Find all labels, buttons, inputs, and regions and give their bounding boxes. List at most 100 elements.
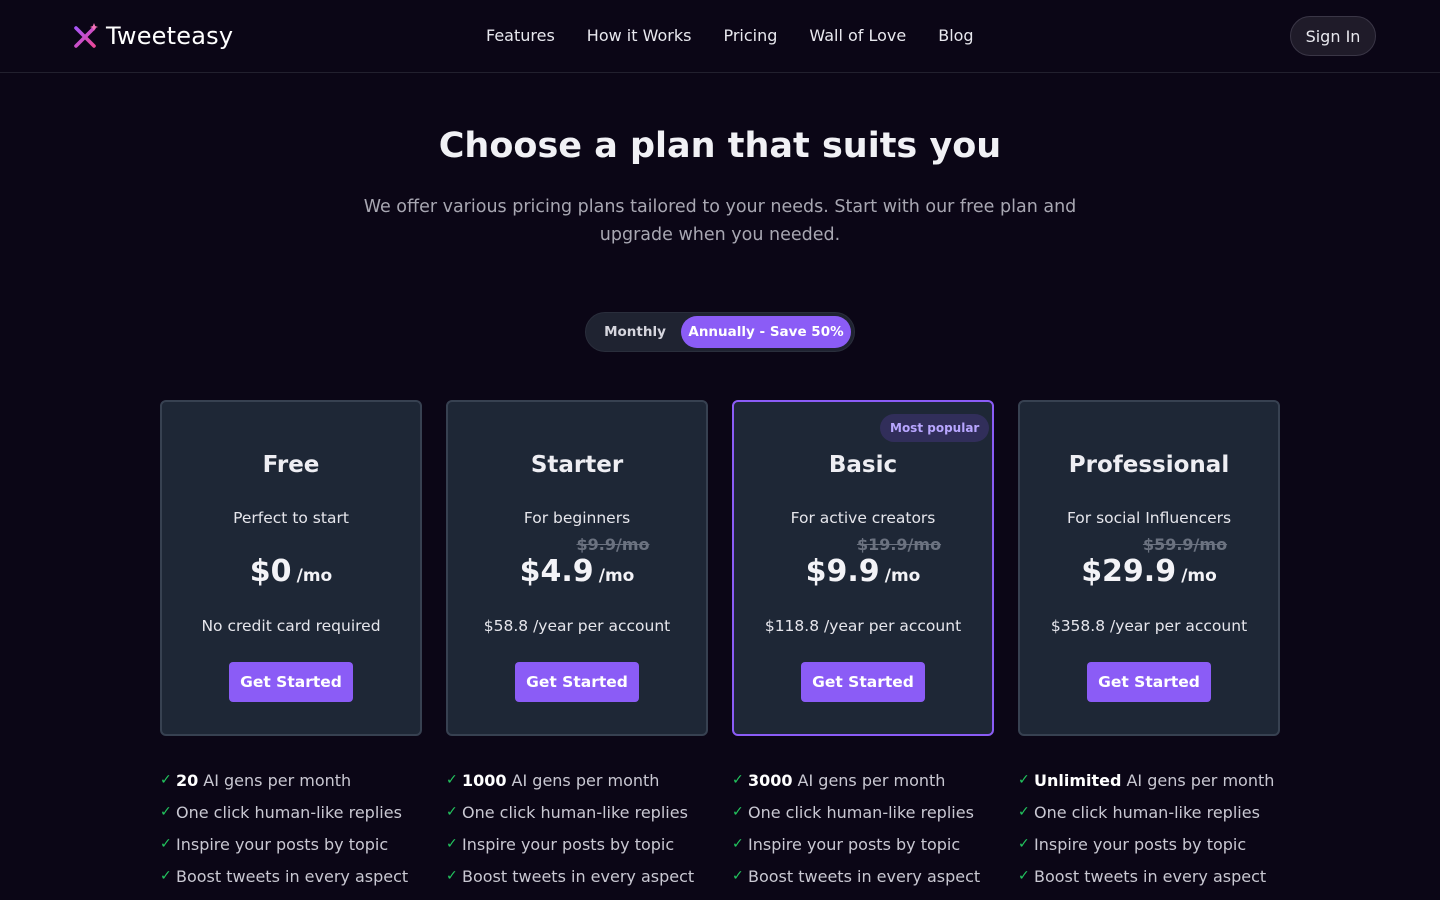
feature-text: Inspire your posts by topic — [748, 834, 961, 854]
most-popular-badge: Most popular — [880, 414, 990, 442]
check-icon: ✓ — [446, 772, 458, 788]
check-icon: ✓ — [446, 804, 458, 820]
feature-text: One click human-like replies — [1034, 802, 1260, 822]
plan-original-price: $9.9/mo — [576, 535, 650, 554]
plan-price: $9.9 /mo — [734, 554, 992, 589]
plan-price-amount: $9.9 — [805, 554, 880, 589]
get-started-button-basic[interactable]: Get Started — [801, 662, 925, 702]
check-icon: ✓ — [1018, 772, 1030, 788]
toggle-annually[interactable]: Annually - Save 50% — [681, 316, 851, 348]
brand-logo[interactable]: Tweeteasy — [74, 22, 233, 50]
feature-item: ✓ One click human-like replies — [446, 796, 716, 828]
plan-price: $29.9 /mo — [1020, 554, 1278, 589]
feature-quota: 20 — [176, 770, 199, 790]
top-navbar: Tweeteasy Features How it Works Pricing … — [0, 0, 1440, 73]
feature-item: ✓ Boost tweets in every aspect — [160, 860, 430, 892]
check-icon: ✓ — [1018, 804, 1030, 820]
feature-text: Boost tweets in every aspect — [176, 866, 409, 886]
plan-billing-note: $358.8 /year per account — [1050, 617, 1248, 635]
feature-text: One click human-like replies — [462, 802, 688, 822]
get-started-button-professional[interactable]: Get Started — [1087, 662, 1211, 702]
feature-list-professional: ✓ Unlimited AI gens per month ✓ One click h… — [1018, 764, 1288, 892]
feature-item: ✓ Inspire your posts by topic — [446, 828, 716, 860]
feature-text: Inspire your posts by topic — [176, 834, 389, 854]
feature-item: ✓ Inspire your posts by topic — [732, 828, 1002, 860]
feature-item: ✓ One click human-like replies — [1018, 796, 1288, 828]
check-icon: ✓ — [732, 804, 744, 820]
feature-quota: 3000 — [748, 770, 793, 790]
page-title: Choose a plan that suits you — [438, 126, 1002, 166]
feature-item: ✓ 1000 AI gens per month — [446, 764, 716, 796]
plan-original-price: $19.9/mo — [856, 535, 942, 554]
check-icon: ✓ — [446, 836, 458, 852]
brand-name: Tweeteasy — [106, 22, 234, 50]
nav-features[interactable]: Features — [486, 26, 555, 45]
check-icon: ✓ — [160, 772, 172, 788]
plan-card-basic: Most popular Basic For active creators $… — [732, 400, 994, 736]
plan-price-amount: $4.9 — [519, 554, 594, 589]
nav-blog[interactable]: Blog — [938, 26, 973, 45]
plan-price-period: /mo — [598, 566, 635, 586]
feature-text: One click human-like replies — [748, 802, 974, 822]
check-icon: ✓ — [732, 836, 744, 852]
plan-name: Professional — [1068, 452, 1230, 478]
check-icon: ✓ — [1018, 836, 1030, 852]
feature-list-free: ✓ 20 AI gens per month ✓ One click human-li… — [160, 764, 430, 892]
feature-item: ✓ Boost tweets in every aspect — [446, 860, 716, 892]
feature-text: AI gens per month — [203, 770, 352, 790]
plan-price-period: /mo — [884, 566, 921, 586]
plan-billing-note: $58.8 /year per account — [483, 617, 671, 635]
feature-text: Boost tweets in every aspect — [1034, 866, 1267, 886]
feature-text: Inspire your posts by topic — [1034, 834, 1247, 854]
billing-toggle: Monthly Annually - Save 50% — [585, 312, 855, 352]
check-icon: ✓ — [160, 804, 172, 820]
check-icon: ✓ — [446, 868, 458, 884]
get-started-button-starter[interactable]: Get Started — [515, 662, 639, 702]
plan-name: Starter — [530, 452, 624, 478]
check-icon: ✓ — [160, 836, 172, 852]
feature-quota: Unlimited — [1034, 770, 1122, 790]
feature-item: ✓ Unlimited AI gens per month — [1018, 764, 1288, 796]
plan-card-free: Free Perfect to start $0 /mo No credit c… — [160, 400, 422, 736]
toggle-monthly[interactable]: Monthly — [592, 316, 678, 348]
feature-item: ✓ Boost tweets in every aspect — [1018, 860, 1288, 892]
main-nav: Features How it Works Pricing Wall of Lo… — [486, 26, 974, 45]
feature-text: AI gens per month — [1126, 770, 1275, 790]
feature-text: Boost tweets in every aspect — [462, 866, 695, 886]
feature-item: ✓ Inspire your posts by topic — [160, 828, 430, 860]
feature-quota: 1000 — [462, 770, 507, 790]
page-subtitle: We offer various pricing plans tailored … — [363, 197, 1077, 245]
feature-item: ✓ One click human-like replies — [160, 796, 430, 828]
feature-item: ✓ One click human-like replies — [732, 796, 1002, 828]
plan-card-professional: Professional For social Influencers $59.… — [1018, 400, 1280, 736]
feature-text: Boost tweets in every aspect — [748, 866, 981, 886]
feature-item: ✓ Inspire your posts by topic — [1018, 828, 1288, 860]
plan-price: $0 /mo — [162, 554, 420, 589]
feature-item: ✓ 20 AI gens per month — [160, 764, 430, 796]
nav-pricing[interactable]: Pricing — [723, 26, 777, 45]
plan-description: For beginners — [523, 509, 631, 527]
feature-list-starter: ✓ 1000 AI gens per month ✓ One click human-… — [446, 764, 716, 892]
feature-item: ✓ 3000 AI gens per month — [732, 764, 1002, 796]
plan-description: For social Influencers — [1066, 509, 1232, 527]
feature-text: AI gens per month — [797, 770, 946, 790]
nav-how-it-works[interactable]: How it Works — [587, 26, 692, 45]
feature-list-basic: ✓ 3000 AI gens per month ✓ One click human-… — [732, 764, 1002, 892]
plan-description: For active creators — [790, 509, 936, 527]
plan-card-starter: Starter For beginners $9.9/mo $4.9 /mo $… — [446, 400, 708, 736]
plan-name: Basic — [828, 452, 898, 478]
plan-name: Free — [262, 452, 320, 478]
sign-in-button[interactable]: Sign In — [1290, 16, 1376, 56]
check-icon: ✓ — [160, 868, 172, 884]
plan-price-period: /mo — [296, 566, 333, 586]
get-started-button-free[interactable]: Get Started — [229, 662, 353, 702]
plan-price-period: /mo — [1181, 566, 1217, 586]
plan-billing-note: $118.8 /year per account — [764, 617, 962, 635]
check-icon: ✓ — [732, 772, 744, 788]
nav-wall-of-love[interactable]: Wall of Love — [809, 26, 906, 45]
check-icon: ✓ — [1018, 868, 1030, 884]
plan-original-price: $59.9/mo — [1142, 535, 1228, 554]
plan-description: Perfect to start — [233, 509, 349, 527]
plan-price: $4.9 /mo — [448, 554, 706, 589]
sparkle-x-logo-icon — [74, 23, 98, 48]
